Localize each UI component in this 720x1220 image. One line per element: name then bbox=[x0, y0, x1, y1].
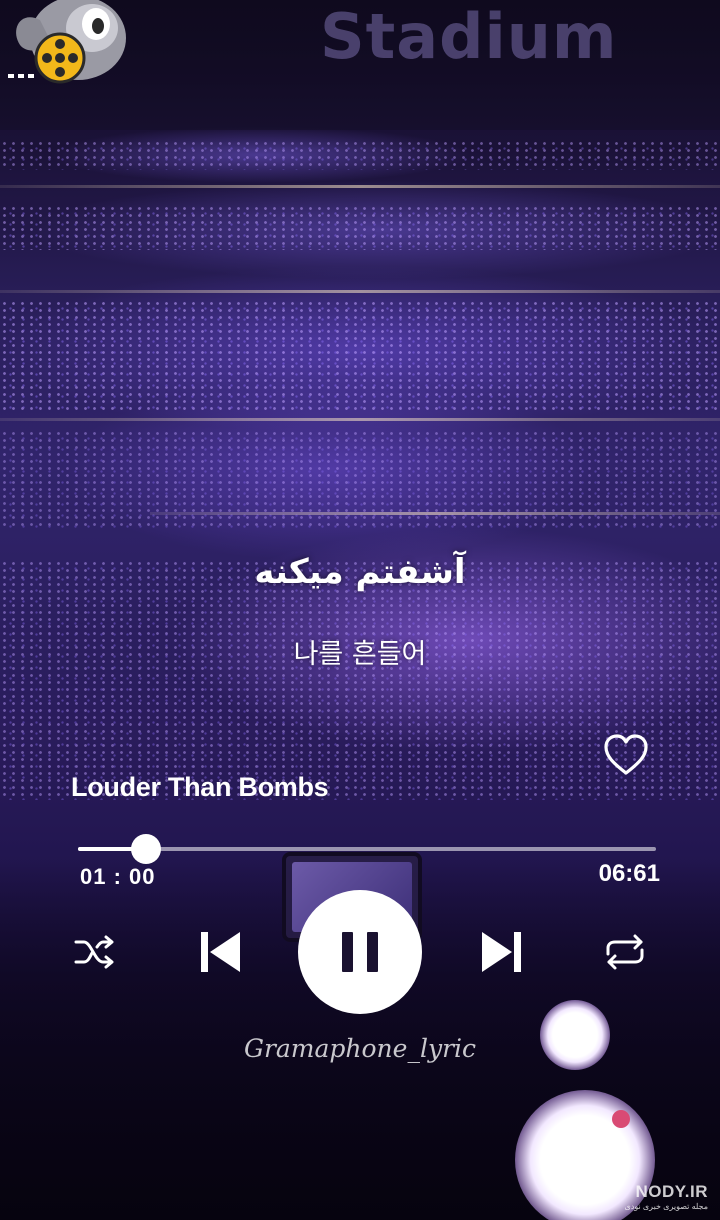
lyric-line-persian: آشفتم میکنه bbox=[254, 552, 466, 592]
stadium-ledge bbox=[150, 512, 720, 515]
stadium-ledge bbox=[0, 418, 720, 421]
site-name: NODY.IR bbox=[635, 1182, 708, 1201]
pause-button[interactable] bbox=[298, 890, 422, 1014]
stadium-sign: Stadium bbox=[320, 0, 618, 73]
site-subtitle: مجله تصویری خبری نودی bbox=[624, 1202, 708, 1211]
lyric-line-korean: 나를 흔들어 bbox=[293, 639, 427, 670]
stadium-ledge bbox=[0, 185, 720, 188]
video-frame: Stadium آشفتم میکنه 나를 흔들어 Louder Than B… bbox=[0, 0, 720, 1220]
stadium-tier bbox=[0, 140, 720, 170]
total-duration: 06:61 bbox=[598, 860, 660, 887]
stadium-ledge bbox=[0, 290, 720, 293]
progress-bar[interactable] bbox=[78, 834, 656, 864]
skip-previous-icon[interactable] bbox=[198, 928, 242, 976]
skip-next-icon[interactable] bbox=[480, 928, 524, 976]
progress-knob[interactable] bbox=[131, 834, 162, 864]
channel-watermark: Gramaphone_lyric bbox=[243, 1034, 477, 1063]
stadium-tier bbox=[0, 430, 720, 530]
repeat-icon[interactable] bbox=[602, 932, 648, 972]
stadium-tier bbox=[0, 205, 720, 250]
stadium-tier bbox=[0, 300, 720, 410]
channel-logo-icon bbox=[8, 0, 126, 84]
site-watermark: NODY.IR مجله تصویری خبری نودی bbox=[625, 1182, 708, 1211]
pause-icon bbox=[342, 932, 378, 972]
heart-icon[interactable] bbox=[603, 733, 649, 777]
shuffle-icon[interactable] bbox=[73, 932, 117, 972]
lightstick-accent bbox=[612, 1110, 630, 1128]
song-title: Louder Than Bombs bbox=[71, 772, 329, 802]
elapsed-time: 01 : 00 bbox=[80, 864, 156, 889]
